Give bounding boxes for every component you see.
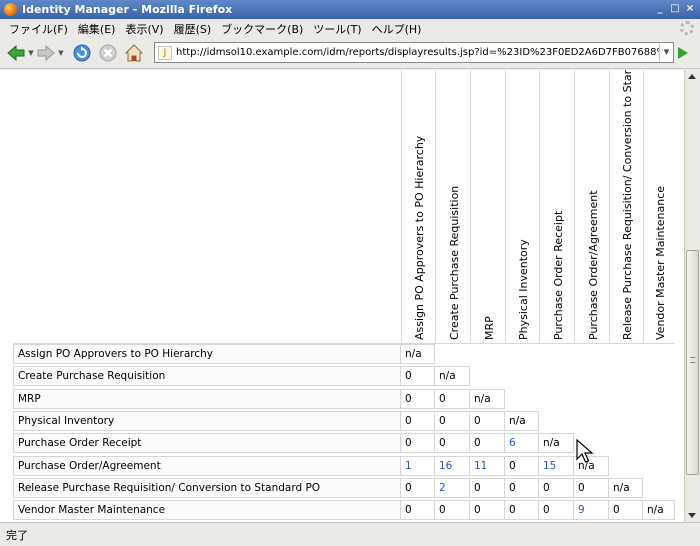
window-title: Identity Manager - Mozilla Firefox (22, 3, 233, 16)
row-label: Release Purchase Requisition/ Conversion… (13, 477, 401, 498)
table-row: MRP 0 0 n/a (13, 388, 684, 411)
vertical-scrollbar[interactable] (684, 70, 700, 522)
table-row: Release Purchase Requisition/ Conversion… (13, 477, 684, 500)
count-cell: 0 (608, 500, 643, 521)
count-cell: n/a (608, 477, 643, 498)
column-header: Assign PO Approvers to PO Hierarchy (401, 70, 435, 344)
count-link[interactable]: 2 (434, 477, 470, 498)
navigation-toolbar: ▼ ▼ J http://idmsol10.example.com/idm/re… (0, 38, 700, 69)
table-row: Assign PO Approvers to PO Hierarchy n/a (13, 344, 684, 366)
grip-icon (690, 357, 695, 363)
count-cell: 0 (434, 410, 470, 431)
address-bar[interactable]: J http://idmsol10.example.com/idm/report… (154, 42, 674, 63)
count-cell: n/a (400, 344, 435, 364)
menu-edit[interactable]: 編集(E) (73, 21, 121, 37)
count-link[interactable]: 15 (538, 455, 574, 476)
count-cell: 0 (538, 477, 574, 498)
row-label: Physical Inventory (13, 410, 401, 431)
count-cell: 0 (400, 433, 435, 454)
url-dropdown-icon[interactable]: ▼ (659, 43, 673, 62)
forward-arrow-icon[interactable] (36, 43, 56, 63)
back-history-dropdown-icon[interactable]: ▼ (26, 49, 36, 57)
home-icon[interactable] (124, 43, 144, 63)
count-cell: n/a (469, 388, 505, 409)
count-cell: 0 (469, 410, 505, 431)
count-cell: 0 (504, 477, 539, 498)
column-header: Vendor Master Maintenance (643, 70, 675, 344)
scroll-up-icon[interactable] (688, 74, 696, 79)
count-cell: 0 (400, 410, 435, 431)
count-link[interactable]: 6 (504, 433, 539, 454)
menu-help[interactable]: ヘルプ(H) (367, 21, 427, 37)
column-header: Purchase Order Receipt (539, 70, 574, 344)
row-label: Assign PO Approvers to PO Hierarchy (13, 344, 401, 364)
count-cell: 0 (504, 500, 539, 521)
row-label: MRP (13, 388, 401, 409)
column-header: Create Purchase Requisition (435, 70, 470, 344)
count-cell: n/a (434, 366, 470, 387)
count-cell: 0 (469, 500, 505, 521)
count-cell: 0 (434, 500, 470, 521)
close-icon[interactable]: × (684, 2, 696, 15)
column-header: Purchase Order/Agreement (574, 70, 609, 344)
go-arrow-icon[interactable] (678, 47, 688, 59)
table-row: Vendor Master Maintenance 0 0 0 0 0 9 0 n/a (13, 500, 684, 522)
back-arrow-icon[interactable] (6, 43, 26, 63)
table-row: Create Purchase Requisition 0 n/a (13, 366, 684, 388)
throbber-icon (680, 21, 694, 35)
menu-tools[interactable]: ツール(T) (308, 21, 366, 37)
count-cell: 0 (400, 388, 435, 409)
menu-bar: ファイル(F) 編集(E) 表示(V) 履歴(S) ブックマーク(B) ツール(… (0, 19, 700, 38)
count-cell: 0 (400, 477, 435, 498)
count-link[interactable]: 1 (400, 455, 435, 476)
menu-bookmarks[interactable]: ブックマーク(B) (216, 21, 308, 37)
firefox-logo-icon (4, 3, 17, 16)
reload-icon[interactable] (72, 43, 92, 63)
menu-file[interactable]: ファイル(F) (4, 21, 73, 37)
count-cell: n/a (642, 500, 675, 521)
status-bar: 完了 (0, 522, 700, 546)
count-cell: n/a (504, 410, 539, 431)
site-favicon-icon: J (158, 45, 172, 60)
row-label: Create Purchase Requisition (13, 366, 401, 387)
column-header: Physical Inventory (505, 70, 539, 344)
count-cell: 0 (400, 500, 435, 521)
row-label: Purchase Order Receipt (13, 433, 401, 454)
count-cell: 0 (400, 366, 435, 387)
count-link[interactable]: 9 (573, 500, 609, 521)
window-titlebar: Identity Manager - Mozilla Firefox _ □ × (0, 0, 700, 19)
column-header: Release Purchase Requisition/ Conversion… (609, 70, 643, 344)
minimize-icon[interactable]: _ (654, 2, 666, 15)
count-cell: 0 (538, 500, 574, 521)
stop-icon[interactable] (98, 43, 118, 63)
status-text: 完了 (6, 528, 28, 542)
url-text[interactable]: http://idmsol10.example.com/idm/reports/… (176, 47, 659, 58)
row-label: Vendor Master Maintenance (13, 500, 401, 521)
count-cell: 0 (573, 477, 609, 498)
count-cell: n/a (538, 433, 574, 454)
count-link[interactable]: 11 (469, 455, 505, 476)
mouse-pointer-icon (576, 439, 594, 463)
maximize-icon[interactable]: □ (669, 2, 681, 15)
count-cell: 0 (504, 455, 539, 476)
row-label: Purchase Order/Agreement (13, 455, 401, 476)
menu-history[interactable]: 履歴(S) (169, 21, 217, 37)
scroll-thumb[interactable] (686, 250, 699, 475)
scroll-down-icon[interactable] (688, 513, 696, 518)
forward-history-dropdown-icon[interactable]: ▼ (56, 49, 66, 57)
count-cell: 0 (469, 433, 505, 454)
menu-view[interactable]: 表示(V) (120, 21, 168, 37)
count-cell: 0 (469, 477, 505, 498)
count-cell: 0 (434, 388, 470, 409)
count-link[interactable]: 16 (434, 455, 470, 476)
table-row: Physical Inventory 0 0 0 n/a (13, 410, 684, 433)
column-header: MRP (470, 70, 505, 344)
count-cell: 0 (434, 433, 470, 454)
